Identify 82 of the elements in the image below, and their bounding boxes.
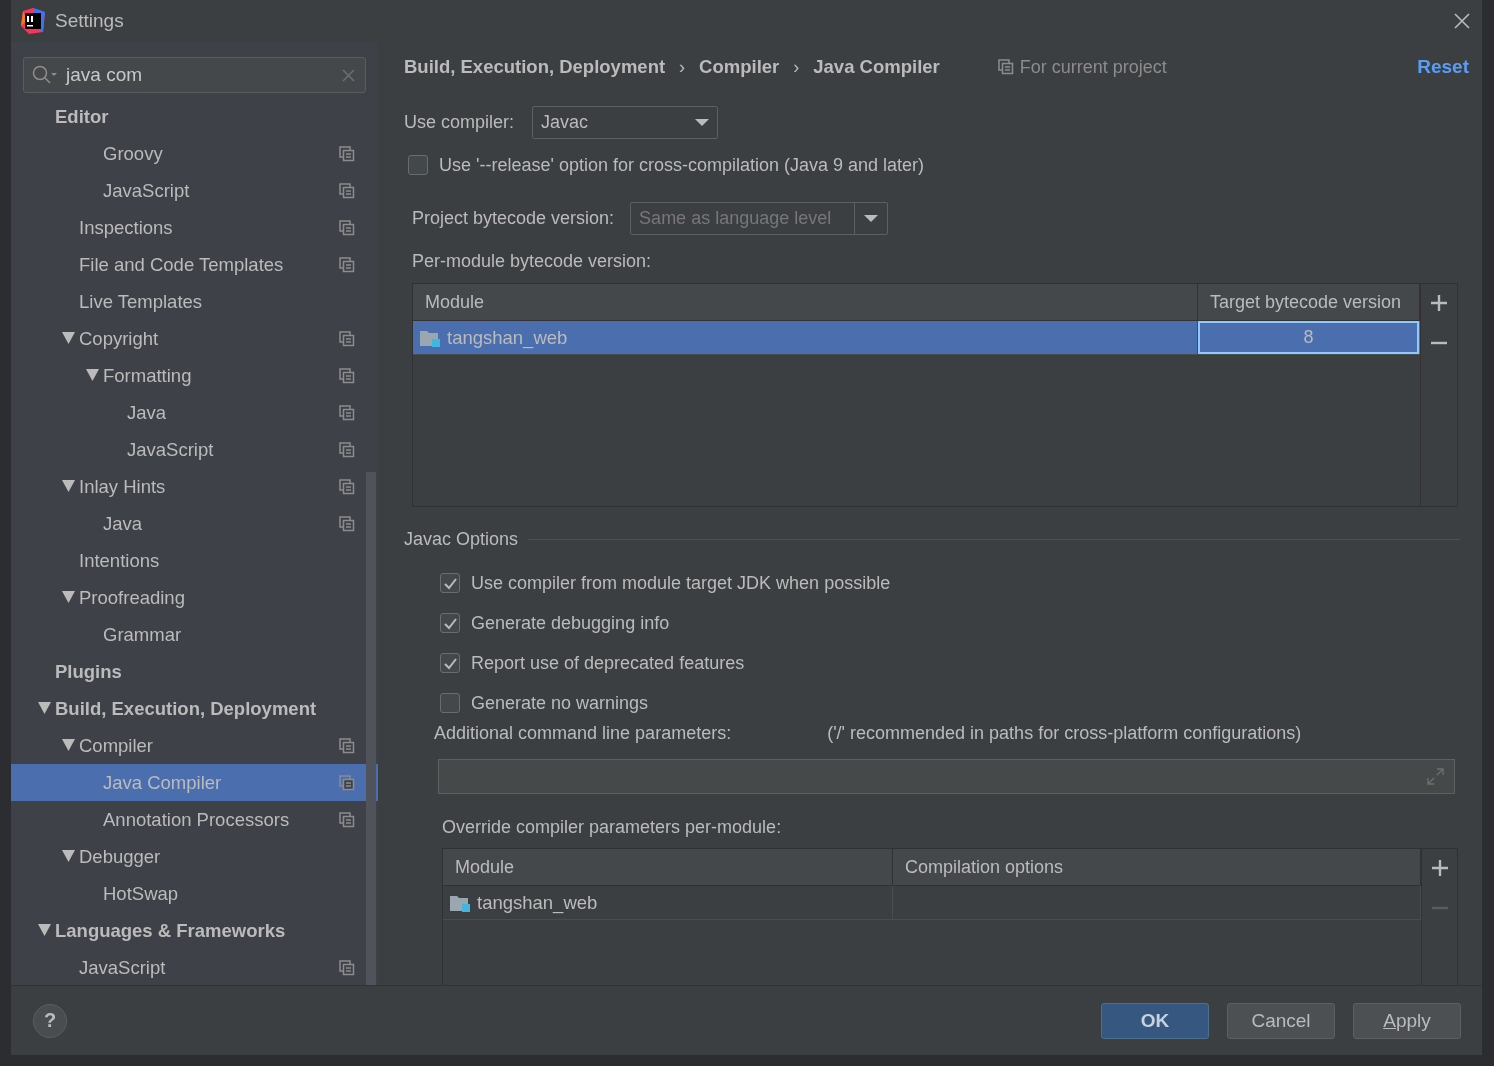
group-title: Javac Options: [404, 528, 519, 550]
dialog-button[interactable]: Cancel: [1227, 1002, 1335, 1039]
sidebar-item[interactable]: Debugger: [11, 838, 378, 875]
field-label: Use compiler:: [404, 112, 515, 133]
expanded-arrow-icon[interactable]: [62, 332, 75, 345]
breadcrumb-item[interactable]: Java Compiler: [813, 56, 940, 78]
breadcrumb-item[interactable]: Build, Execution, Deployment: [404, 56, 666, 78]
module-name: tangshan_web: [477, 891, 598, 914]
app-logo-icon: [21, 8, 45, 34]
checkbox[interactable]: [440, 653, 460, 673]
sidebar-item[interactable]: Java: [11, 505, 378, 542]
sidebar-item[interactable]: Copyright: [11, 320, 378, 357]
sidebar-item[interactable]: JavaScript: [11, 172, 378, 209]
scope-note: For current project: [1019, 56, 1167, 78]
sidebar-item[interactable]: Proofreading: [11, 579, 378, 616]
column-header[interactable]: Target bytecode version: [1198, 284, 1420, 320]
expanded-arrow-icon[interactable]: [62, 739, 75, 752]
field-label: Project bytecode version:: [412, 208, 615, 229]
sidebar-item[interactable]: Formatting: [11, 357, 378, 394]
sidebar-item[interactable]: Inlay Hints: [11, 468, 378, 505]
section-label: Override compiler parameters per-module:: [442, 816, 783, 838]
sidebar-item[interactable]: JavaScript: [11, 431, 378, 468]
sidebar-item[interactable]: Grammar: [11, 616, 378, 653]
project-settings-icon: [997, 59, 1014, 75]
caret-icon: [695, 119, 710, 126]
dialog-button[interactable]: OK: [1101, 1002, 1209, 1039]
expanded-arrow-icon[interactable]: [38, 924, 51, 937]
field-label: Additional command line parameters:: [434, 723, 732, 745]
search-field[interactable]: java com: [23, 57, 366, 93]
section-label: Per-module bytecode version:: [412, 250, 653, 272]
sidebar-item[interactable]: JavaScript: [11, 949, 378, 985]
expanded-arrow-icon[interactable]: [86, 369, 99, 382]
checkbox[interactable]: [440, 693, 460, 713]
sidebar-item[interactable]: Intentions: [11, 542, 378, 579]
sidebar-item[interactable]: Languages & Frameworks: [11, 912, 378, 949]
expanded-arrow-icon[interactable]: [62, 591, 75, 604]
breadcrumb-item[interactable]: Compiler: [699, 56, 780, 78]
hint-text: ('/' recommended in paths for cross-platform configurations): [827, 723, 1302, 745]
help-button[interactable]: ?: [33, 1003, 67, 1038]
caret-icon: [864, 215, 879, 222]
checkbox[interactable]: [440, 573, 460, 593]
reset-link[interactable]: Reset: [1417, 56, 1469, 78]
sidebar-item[interactable]: Groovy: [11, 135, 378, 172]
sidebar-item[interactable]: File and Code Templates: [11, 246, 378, 283]
checkbox[interactable]: [408, 155, 428, 175]
cell-editor[interactable]: 8: [1198, 321, 1419, 354]
sidebar-item[interactable]: Build, Execution, Deployment: [11, 690, 378, 727]
sidebar-item[interactable]: Annotation Processors: [11, 801, 378, 838]
compiler-dropdown[interactable]: Javac: [532, 106, 719, 139]
table-row[interactable]: tangshan_web: [443, 886, 1421, 920]
column-header[interactable]: Module: [443, 849, 893, 885]
expanded-arrow-icon[interactable]: [62, 480, 75, 493]
sidebar-item[interactable]: Live Templates: [11, 283, 378, 320]
checkbox-label: Report use of deprecated features: [471, 652, 745, 674]
column-header[interactable]: Module: [413, 284, 1198, 320]
parameters-field[interactable]: [438, 759, 1455, 794]
table-row[interactable]: tangshan_web 8: [413, 321, 1420, 355]
module-name: tangshan_web: [447, 326, 568, 349]
checkbox-label: Generate no warnings: [471, 692, 649, 714]
sidebar-item[interactable]: Editor: [11, 98, 378, 135]
search-icon: [32, 65, 58, 85]
expanded-arrow-icon[interactable]: [62, 850, 75, 863]
sidebar-item[interactable]: Inspections: [11, 209, 378, 246]
breadcrumb-separator: ›: [793, 56, 800, 78]
sidebar-item[interactable]: Java: [11, 394, 378, 431]
add-icon[interactable]: [1430, 294, 1448, 312]
close-button[interactable]: [1454, 13, 1470, 29]
add-icon[interactable]: [1430, 859, 1449, 877]
checkbox-label: Use '--release' option for cross-compilation (Java 9 and later): [439, 154, 925, 176]
sidebar-item[interactable]: Java Compiler: [11, 764, 378, 801]
scrollbar[interactable]: [366, 472, 376, 985]
checkbox[interactable]: [440, 613, 460, 633]
column-header[interactable]: Compilation options: [893, 849, 1421, 885]
sidebar-item[interactable]: Plugins: [11, 653, 378, 690]
breadcrumb-separator: ›: [679, 56, 686, 78]
sidebar-item[interactable]: Compiler: [11, 727, 378, 764]
expanded-arrow-icon[interactable]: [38, 702, 51, 715]
checkbox-label: Use compiler from module target JDK when possible: [471, 572, 891, 594]
window-title: Settings: [55, 10, 125, 32]
dialog-button[interactable]: Apply: [1353, 1002, 1461, 1039]
sidebar-item[interactable]: HotSwap: [11, 875, 378, 912]
checkbox-label: Generate debugging info: [471, 612, 670, 634]
